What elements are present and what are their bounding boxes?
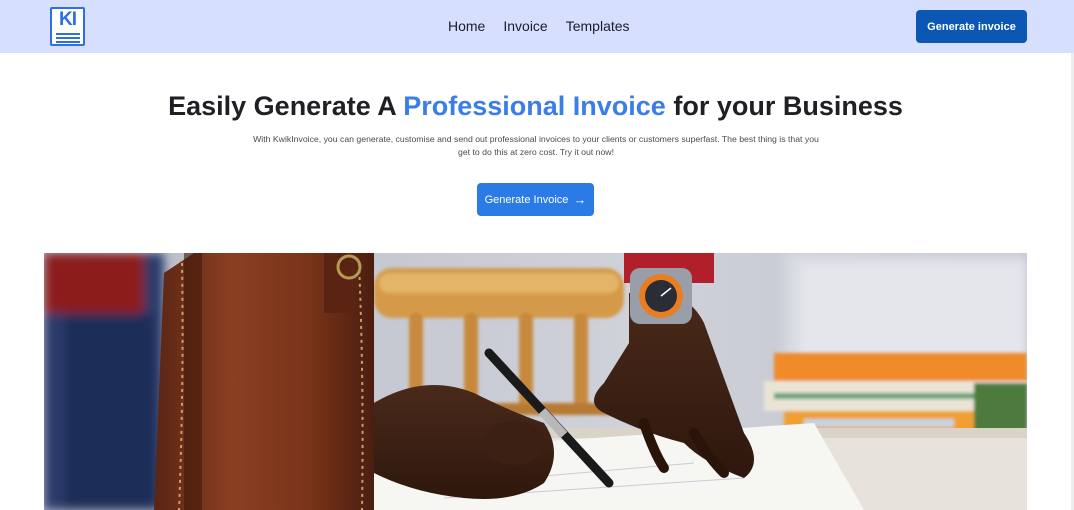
hero-cta-label: Generate Invoice [484, 193, 569, 206]
hero-title-accent: Professional Invoice [403, 91, 666, 121]
logo-line [56, 41, 80, 43]
hero-title-start: Easily Generate A [168, 91, 404, 121]
nav-link-templates[interactable]: Templates [566, 17, 630, 35]
kwikinvoice-logo[interactable]: KI [50, 7, 85, 46]
hero-title: Easily Generate A Professional Invoice f… [0, 88, 1071, 124]
generate-invoice-nav-button[interactable]: Generate invoice [916, 10, 1027, 43]
arrow-right-icon: → [573, 192, 587, 207]
hero-description: With KwikInvoice, you can generate, cust… [253, 134, 819, 157]
hands-writing-photo-illustration [44, 253, 1027, 510]
nav-links: Home Invoice Templates [448, 17, 648, 35]
nav-link-home[interactable]: Home [448, 17, 485, 35]
nav-link-invoice[interactable]: Invoice [503, 17, 547, 35]
top-navbar: KI Home Invoice Templates Generate invoi… [0, 0, 1074, 53]
hero-title-end: for your Business [665, 91, 903, 121]
logo-letters: KI [59, 9, 77, 30]
generate-invoice-hero-button[interactable]: Generate Invoice → [477, 183, 594, 216]
logo-line [56, 33, 80, 35]
hero-photo [44, 253, 1027, 510]
logo-line [56, 37, 80, 39]
